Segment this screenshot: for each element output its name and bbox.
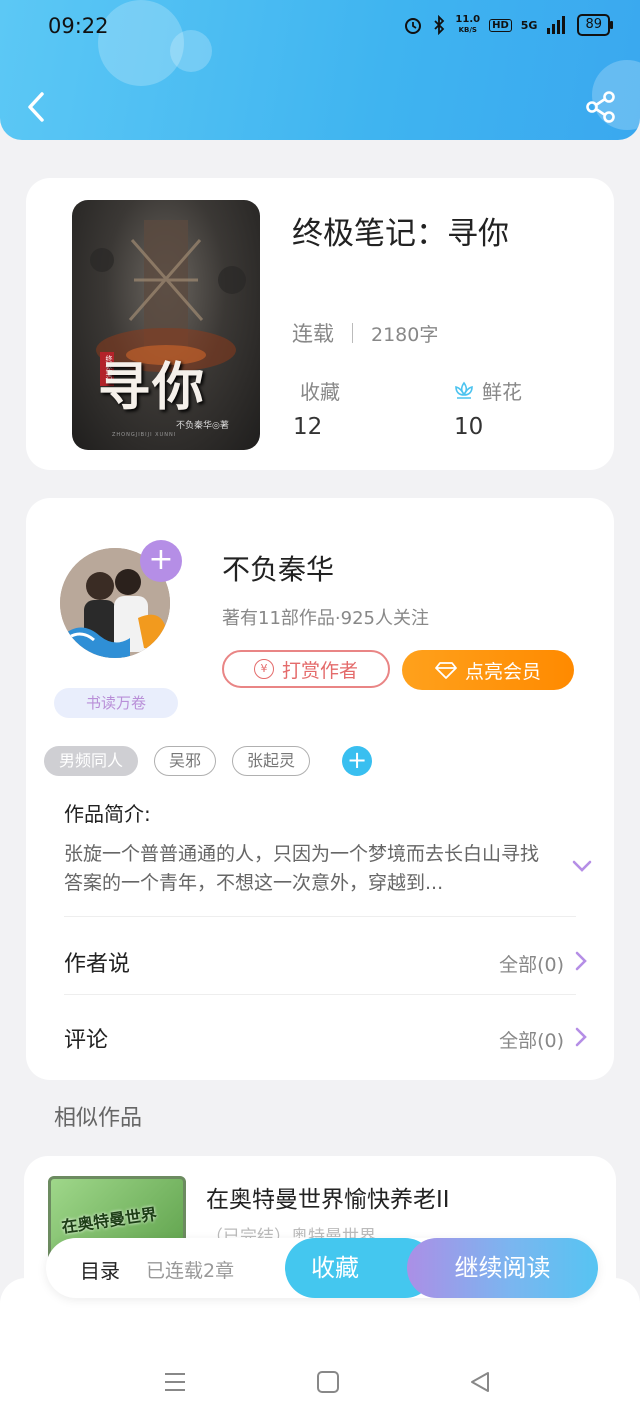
app-header: 09:22 11.0 KB/S HD 5G 89 bbox=[0, 0, 640, 140]
author-stats: 著有11部作品·925人关注 bbox=[222, 608, 429, 629]
cover-pinyin: ZHONGJIBIJI XUNNI bbox=[112, 432, 177, 438]
book-status: 连载 bbox=[292, 322, 334, 346]
signal-icon bbox=[547, 16, 566, 34]
yen-icon: ¥ bbox=[253, 659, 274, 679]
similar-book-title[interactable]: 在奥特曼世界愉快养老II bbox=[206, 1180, 450, 1214]
serial-status: 已连载2章 bbox=[146, 1260, 235, 1282]
home-icon[interactable] bbox=[316, 1370, 340, 1394]
book-info-card: 终极笔记 寻你 不负秦华◎著 ZHONGJIBIJI XUNNI 终极笔记：寻你… bbox=[26, 178, 614, 470]
tag-item[interactable]: 张起灵 bbox=[232, 746, 311, 776]
author-card: + 书读万卷 不负秦华 著有11部作品·925人关注 ¥ 打赏作者 点亮会员 男… bbox=[26, 498, 614, 1080]
network-speed: 11.0 KB/S bbox=[455, 14, 481, 35]
flower-icon bbox=[455, 381, 473, 399]
divider bbox=[64, 916, 576, 917]
bottom-action-bar: 目录 已连载2章 收藏 继续阅读 bbox=[46, 1238, 598, 1298]
comments-row[interactable]: 评论 全部(0) bbox=[26, 1000, 614, 1074]
add-tag-button[interactable]: + bbox=[342, 746, 373, 776]
tip-author-button[interactable]: ¥ 打赏作者 bbox=[222, 650, 390, 688]
menu-icon[interactable] bbox=[163, 1370, 187, 1394]
network-label: 5G bbox=[520, 18, 538, 32]
book-cover[interactable]: 终极笔记 寻你 不负秦华◎著 ZHONGJIBIJI XUNNI bbox=[72, 200, 260, 450]
divider bbox=[64, 994, 576, 995]
flower-count: 10 bbox=[454, 414, 484, 440]
row-value: 全部(0) bbox=[499, 954, 564, 976]
tip-label: 打赏作者 bbox=[281, 659, 358, 682]
continue-reading-button[interactable]: 继续阅读 bbox=[407, 1238, 598, 1298]
vip-label: 点亮会员 bbox=[464, 660, 541, 683]
row-label: 作者说 bbox=[64, 952, 131, 977]
flower-stat[interactable]: 鲜花 bbox=[452, 376, 522, 405]
cover-title: 寻你 bbox=[98, 357, 207, 418]
share-icon[interactable] bbox=[584, 90, 618, 124]
chevron-down-icon[interactable] bbox=[570, 854, 594, 878]
back-icon[interactable] bbox=[22, 88, 52, 126]
system-nav-bar bbox=[0, 1352, 640, 1412]
book-title: 终极笔记：寻你 bbox=[292, 216, 509, 252]
flower-label: 鲜花 bbox=[482, 380, 522, 404]
similar-cover-text: 在奥特曼世界 bbox=[60, 1204, 159, 1237]
word-count: 2180字 bbox=[371, 323, 439, 346]
alarm-icon bbox=[405, 18, 422, 34]
chevron-right-icon bbox=[575, 951, 587, 971]
status-time: 09:22 bbox=[48, 14, 109, 38]
battery-indicator: 89 bbox=[577, 14, 613, 36]
row-label: 评论 bbox=[64, 1028, 109, 1053]
collect-count: 12 bbox=[293, 414, 323, 440]
similar-section-title: 相似作品 bbox=[54, 1106, 143, 1131]
back-triangle-icon[interactable] bbox=[468, 1370, 492, 1394]
tag-item[interactable]: 吴邪 bbox=[154, 746, 217, 776]
intro-label: 作品简介: bbox=[64, 802, 151, 826]
cover-author: 不负秦华◎著 bbox=[176, 421, 229, 431]
collect-label: 收藏 bbox=[300, 380, 340, 404]
author-name[interactable]: 不负秦华 bbox=[222, 548, 334, 588]
tag-list: 男频同人 吴邪 张起灵 + bbox=[44, 746, 373, 776]
reader-badge: 书读万卷 bbox=[54, 688, 178, 718]
follow-author-button[interactable]: + bbox=[140, 540, 182, 582]
decor-bubble bbox=[170, 30, 212, 72]
bluetooth-icon bbox=[434, 15, 445, 35]
hd-badge: HD bbox=[489, 18, 512, 32]
toc-button[interactable]: 目录 bbox=[80, 1255, 120, 1284]
intro-text[interactable]: 张旋一个普普通通的人，只因为一个梦境而去长白山寻找答案的一个青年，不想这一次意外… bbox=[64, 840, 544, 898]
book-meta: 连载 2180字 bbox=[292, 318, 438, 348]
vip-button[interactable]: 点亮会员 bbox=[402, 650, 574, 690]
author-notes-row[interactable]: 作者说 全部(0) bbox=[26, 924, 614, 998]
meta-divider bbox=[352, 323, 353, 343]
chevron-right-icon bbox=[575, 1027, 587, 1047]
row-value: 全部(0) bbox=[499, 1030, 564, 1052]
tag-item[interactable]: 男频同人 bbox=[44, 746, 139, 776]
diamond-icon bbox=[435, 662, 457, 679]
status-icons: 11.0 KB/S HD 5G 89 bbox=[403, 14, 613, 36]
